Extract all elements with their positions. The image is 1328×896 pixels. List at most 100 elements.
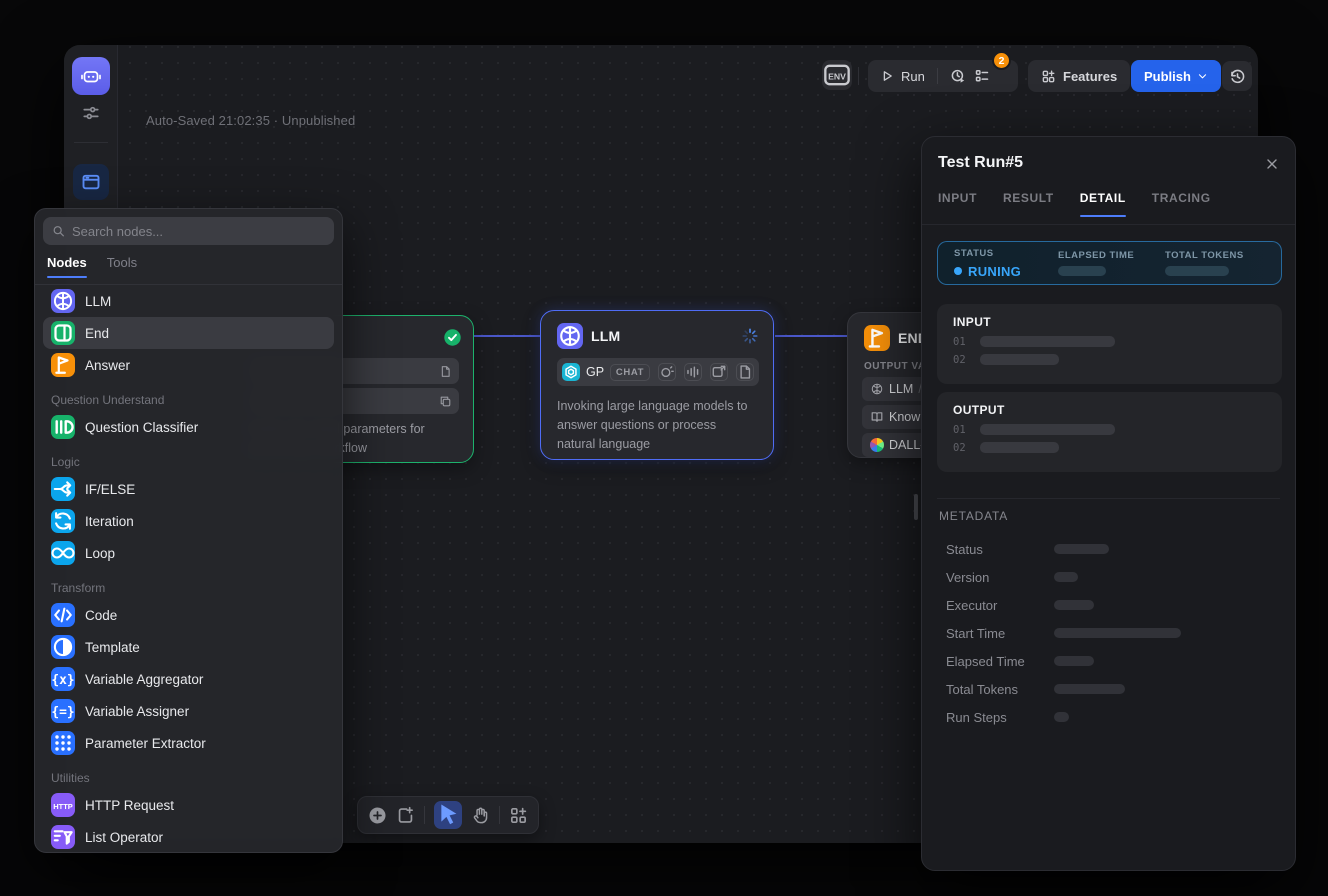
tab-nodes[interactable]: Nodes	[47, 255, 87, 278]
svg-text:{x}: {x}	[51, 673, 74, 688]
node-item-code[interactable]: Code	[43, 599, 334, 631]
svg-text:HTTP: HTTP	[53, 802, 73, 811]
checklist-icon[interactable]	[974, 68, 990, 84]
input-card: INPUT 01 02	[937, 304, 1282, 384]
node-type-icon	[51, 353, 75, 377]
add-node-button[interactable]	[368, 806, 387, 825]
metadata-rows: Status Version Executor Start Time	[946, 535, 1279, 731]
node-item-variable-aggregator[interactable]: {x} Variable Aggregator	[43, 663, 334, 695]
skeleton-placeholder	[1054, 712, 1069, 722]
total-tokens-label: TOTAL TOKENS	[1165, 250, 1244, 261]
metadata-row: Version	[946, 563, 1279, 591]
node-item-template[interactable]: Template	[43, 631, 334, 663]
io-row: 01	[953, 424, 1115, 435]
tab-input[interactable]: INPUT	[938, 191, 977, 217]
status-value: RUNING	[954, 264, 1058, 279]
preview-panel-button[interactable]	[73, 164, 109, 200]
node-type-icon	[51, 289, 75, 313]
settings-sliders-icon[interactable]	[82, 104, 100, 122]
app-logo[interactable]	[72, 57, 110, 95]
llm-node[interactable]: LLM GPT-4o CHAT Invoking large language …	[540, 310, 774, 460]
skeleton-placeholder	[1165, 266, 1229, 276]
play-icon	[880, 69, 894, 83]
node-item-list-operator[interactable]: List Operator	[43, 821, 334, 853]
search-box[interactable]	[43, 217, 334, 245]
canvas-scrollbar-thumb[interactable]	[914, 494, 918, 520]
search-input[interactable]	[72, 224, 325, 239]
node-item-parameter-extractor[interactable]: Parameter Extractor	[43, 727, 334, 759]
divider	[499, 806, 500, 824]
version-history-button[interactable]	[1222, 61, 1252, 91]
divider	[74, 142, 108, 143]
svg-text:ENV: ENV	[828, 71, 846, 81]
add-note-button[interactable]	[396, 806, 415, 825]
env-variables-button[interactable]: ENV	[822, 60, 852, 90]
node-type-icon	[51, 541, 75, 565]
node-item-question-classifier[interactable]: Question Classifier	[43, 411, 334, 443]
tab-result[interactable]: RESULT	[1003, 191, 1054, 217]
model-selector[interactable]: GPT-4o CHAT	[557, 358, 759, 386]
divider	[858, 67, 859, 85]
test-run-panel: Test Run#5 INPUT RESULT DETAIL TRACING S…	[921, 136, 1296, 871]
close-button[interactable]	[1263, 155, 1281, 173]
variable-source-label: LLM	[889, 382, 913, 396]
skeleton-placeholder	[980, 442, 1059, 453]
metadata-row: Executor	[946, 591, 1279, 619]
variable-source-icon	[870, 382, 884, 396]
notification-badge: 2	[992, 51, 1011, 70]
skeleton-placeholder	[1054, 656, 1094, 666]
skeleton-placeholder	[1054, 628, 1181, 638]
tab-tracing[interactable]: TRACING	[1152, 191, 1211, 217]
skeleton-placeholder	[1054, 572, 1078, 582]
io-row: 01	[953, 336, 1115, 347]
gallery-icon	[710, 363, 728, 381]
node-type-icon	[51, 321, 75, 345]
io-row: 02	[953, 354, 1115, 365]
model-name: GPT-4o	[586, 365, 604, 379]
organize-nodes-button[interactable]	[509, 806, 528, 825]
features-button[interactable]: Features	[1028, 60, 1130, 92]
node-search-panel: Nodes Tools LLM End Answer	[34, 208, 343, 853]
node-type-icon	[51, 509, 75, 533]
tab-detail[interactable]: DETAIL	[1080, 191, 1126, 217]
pointer-mode-button[interactable]	[434, 801, 462, 829]
node-section-question-understand: Question Understand	[43, 381, 334, 411]
features-icon	[1041, 69, 1056, 84]
hand-mode-button[interactable]	[471, 806, 490, 825]
node-item-iteration[interactable]: Iteration	[43, 505, 334, 537]
run-status-card: STATUS RUNING ELAPSED TIME TOTAL TOKENS	[937, 241, 1282, 285]
metadata-row: Status	[946, 535, 1279, 563]
file-icon	[439, 365, 452, 378]
node-type-icon: {=}	[51, 699, 75, 723]
node-item-loop[interactable]: Loop	[43, 537, 334, 569]
node-item-end[interactable]: End	[43, 317, 334, 349]
publish-button[interactable]: Publish	[1131, 60, 1221, 92]
app-root: Define the initial parameters for launch…	[0, 0, 1328, 896]
node-section-transform: Transform	[43, 569, 334, 599]
node-item-variable-assigner[interactable]: {=} Variable Assigner	[43, 695, 334, 727]
io-row: 02	[953, 442, 1115, 453]
node-type-icon: {x}	[51, 667, 75, 691]
node-item-llm[interactable]: LLM	[43, 285, 334, 317]
skeleton-placeholder	[1054, 600, 1094, 610]
env-icon: ENV	[822, 60, 852, 90]
divider	[424, 806, 425, 824]
chat-mode-badge: CHAT	[610, 364, 650, 381]
success-check-icon	[443, 328, 462, 347]
run-button[interactable]: Run	[880, 69, 925, 84]
metadata-row: Elapsed Time	[946, 647, 1279, 675]
step-run-icon[interactable]	[950, 68, 966, 84]
chevron-down-icon	[1197, 71, 1208, 82]
node-item-http-request[interactable]: HTTP HTTP Request	[43, 789, 334, 821]
node-item-if-else[interactable]: IF/ELSE	[43, 473, 334, 505]
status-label: STATUS	[954, 248, 1058, 259]
input-rows: 01 02	[953, 336, 1115, 365]
tab-tools[interactable]: Tools	[107, 255, 137, 278]
node-type-icon	[51, 635, 75, 659]
skeleton-placeholder	[1058, 266, 1106, 276]
llm-node-title: LLM	[591, 328, 620, 344]
window-icon	[81, 172, 101, 192]
divider	[937, 498, 1280, 499]
node-item-answer[interactable]: Answer	[43, 349, 334, 381]
metadata-row: Total Tokens	[946, 675, 1279, 703]
